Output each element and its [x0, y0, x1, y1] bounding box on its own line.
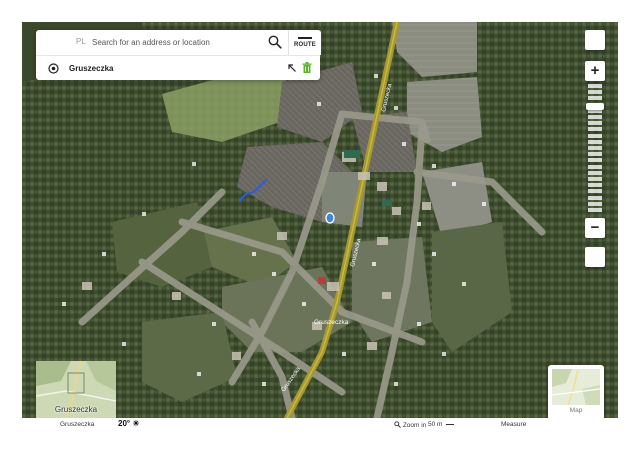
trash-icon[interactable] [302, 62, 312, 74]
zoom-slider-step[interactable] [588, 208, 602, 212]
zoom-out-button[interactable]: − [585, 218, 605, 238]
magnifier-icon [394, 421, 401, 428]
minimap-label: Gruszeczka [54, 405, 98, 414]
zoom-in-link[interactable]: Zoom in [394, 421, 426, 429]
zoom-slider-step[interactable] [588, 183, 602, 188]
scale-label: 50 m [428, 421, 443, 428]
weather-temperature: 20° [118, 419, 131, 428]
layers-button[interactable] [585, 30, 605, 50]
status-bar: Gruszeczka 20° ☀ Zoom in 50 m Measure [22, 418, 618, 431]
route-button[interactable]: ROUTE [288, 30, 321, 55]
zoom-slider-handle[interactable] [586, 102, 604, 110]
search-row: PL [36, 30, 320, 55]
zoom-slider-step[interactable] [588, 170, 602, 175]
status-place: Gruszeczka [60, 421, 95, 428]
target-icon [48, 63, 59, 74]
zoom-slider[interactable] [586, 84, 604, 214]
sun-icon: ☀ [132, 419, 140, 428]
zoom-slider-step[interactable] [588, 158, 602, 163]
zoom-in-label: Zoom in [402, 422, 427, 429]
zoom-slider-step[interactable] [588, 189, 602, 194]
zoom-slider-step[interactable] [588, 146, 602, 150]
zoom-slider-step[interactable] [588, 201, 602, 206]
map-type-thumbnail [552, 369, 600, 405]
zoom-slider-step[interactable] [588, 90, 602, 95]
measure-link[interactable]: Measure [501, 421, 526, 428]
zoom-slider-step[interactable] [588, 96, 602, 101]
zoom-slider-step[interactable] [588, 133, 602, 138]
map-type-label: Map [569, 407, 583, 414]
country-code[interactable]: PL [76, 37, 86, 46]
minimap[interactable]: Gruszeczka [36, 361, 116, 418]
village-label: Gruszeczka [314, 319, 349, 326]
zoom-slider-step[interactable] [588, 115, 602, 119]
location-marker[interactable] [325, 212, 335, 224]
scale-bar [446, 424, 454, 425]
zoom-slider-step[interactable] [588, 177, 602, 181]
zoom-slider-step[interactable] [588, 152, 602, 157]
zoom-in-button[interactable]: + [585, 61, 605, 81]
search-panel: PL Gruszeczka [36, 30, 320, 80]
satellite-imagery: Gruszecka Gruszecka Gruszecka Gruszeczka [22, 22, 618, 418]
map-type-switcher[interactable]: Map [548, 365, 604, 420]
weather-indicator[interactable]: 20° ☀ [118, 419, 140, 428]
search-icon[interactable] [268, 35, 282, 49]
zoom-slider-step[interactable] [588, 121, 602, 126]
search-input[interactable] [92, 34, 260, 51]
zoom-slider-step[interactable] [588, 195, 602, 200]
route-label: ROUTE [294, 42, 316, 48]
selected-place-row[interactable]: Gruszeczka [36, 55, 320, 81]
place-name: Gruszeczka [69, 64, 114, 73]
zoom-slider-step[interactable] [588, 127, 602, 132]
zoom-slider-step[interactable] [588, 139, 602, 144]
zoom-slider-step[interactable] [588, 84, 602, 88]
route-icon [298, 37, 312, 39]
locate-button[interactable] [585, 247, 605, 267]
map-canvas[interactable]: Gruszecka Gruszecka Gruszecka Gruszeczka [22, 22, 618, 418]
arrow-up-left-icon[interactable] [287, 63, 297, 73]
zoom-slider-step[interactable] [588, 164, 602, 169]
